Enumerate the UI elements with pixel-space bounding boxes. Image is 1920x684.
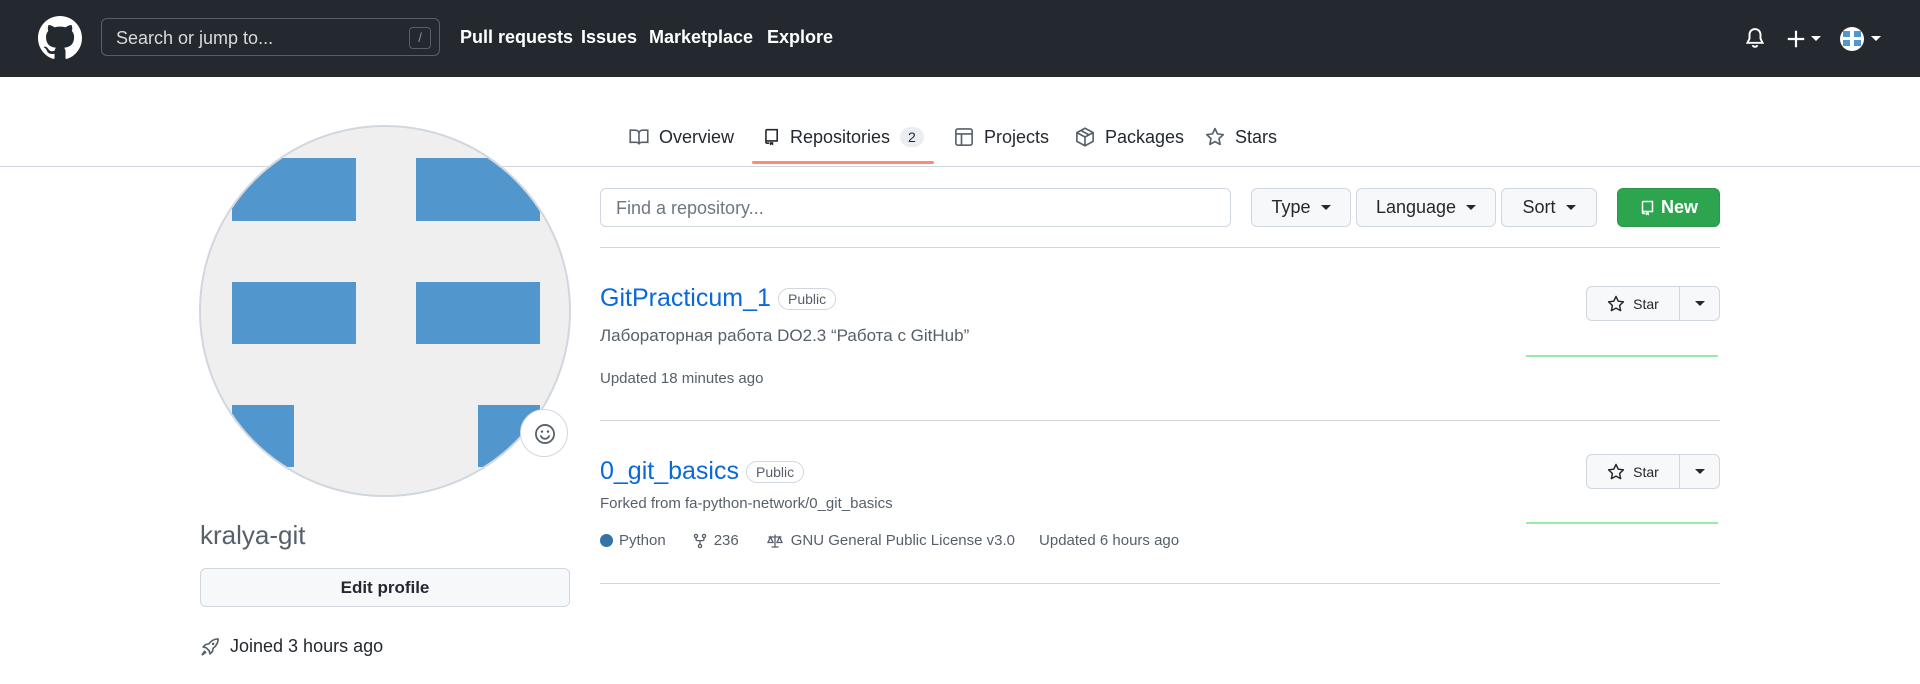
- user-menu-caret-icon[interactable]: [1871, 36, 1881, 41]
- nav-pull-requests[interactable]: Pull requests: [460, 27, 573, 48]
- caret-down-icon: [1565, 205, 1576, 210]
- visibility-badge: Public: [746, 461, 805, 483]
- search-shortcut-key: /: [409, 27, 431, 49]
- repositories-count-badge: 2: [900, 127, 924, 147]
- caret-down-icon: [1694, 469, 1705, 474]
- repo-name-link[interactable]: 0_git_basics: [600, 457, 739, 486]
- sort-filter-label: Sort: [1522, 197, 1556, 217]
- new-repository-button[interactable]: New: [1617, 188, 1720, 227]
- forked-from-text[interactable]: Forked from fa-python-network/0_git_basi…: [600, 495, 893, 512]
- repo-license: GNU General Public License v3.0: [790, 532, 1016, 549]
- repo-meta: Updated 18 minutes ago: [600, 370, 763, 387]
- book-icon: [629, 129, 649, 145]
- language-filter-button[interactable]: Language: [1356, 188, 1496, 227]
- list-divider: [600, 247, 1720, 248]
- repo-updated: Updated 18 minutes ago: [600, 370, 764, 387]
- smiley-icon: [535, 424, 555, 444]
- repo-name-link[interactable]: GitPracticum_1: [600, 284, 771, 313]
- package-icon: [1076, 127, 1094, 147]
- language-color-dot: [600, 534, 613, 547]
- star-icon: [1608, 295, 1625, 311]
- star-button[interactable]: Star: [1587, 287, 1680, 320]
- tab-packages[interactable]: Packages: [1075, 122, 1184, 152]
- tab-packages-label: Packages: [1105, 126, 1185, 147]
- rocket-icon: [201, 637, 219, 656]
- find-repository-placeholder: Find a repository...: [616, 198, 764, 218]
- repo-forks-count[interactable]: 236: [714, 532, 739, 549]
- type-filter-label: Type: [1271, 197, 1311, 217]
- star-label: Star: [1633, 295, 1659, 312]
- activity-sparkline: [1526, 355, 1718, 357]
- fork-icon: [693, 533, 706, 548]
- plus-icon[interactable]: [1785, 28, 1807, 50]
- nav-issues[interactable]: Issues: [581, 27, 637, 48]
- repo-icon: [1641, 200, 1654, 215]
- tab-stars-label: Stars: [1235, 126, 1278, 147]
- find-repository-input[interactable]: Find a repository...: [600, 188, 1231, 227]
- star-button-group: Star: [1586, 454, 1720, 489]
- new-button-label: New: [1660, 197, 1698, 217]
- profile-username: kralya-git: [200, 520, 306, 550]
- list-divider: [600, 583, 1720, 584]
- repo-description: Лабораторная работа DO2.3 “Работа с GitH…: [600, 326, 970, 345]
- star-icon: [1205, 127, 1225, 146]
- create-menu-caret-icon[interactable]: [1811, 36, 1821, 41]
- profile-avatar[interactable]: [199, 125, 571, 497]
- search-placeholder: Search or jump to...: [116, 28, 274, 48]
- visibility-badge: Public: [778, 288, 837, 310]
- star-list-dropdown[interactable]: [1680, 287, 1719, 320]
- language-filter-label: Language: [1375, 197, 1457, 217]
- caret-down-icon: [1466, 205, 1477, 210]
- joined-date: Joined 3 hours ago: [200, 636, 383, 657]
- tab-repositories-label: Repositories: [790, 126, 891, 147]
- type-filter-button[interactable]: Type: [1251, 188, 1351, 227]
- tab-overview-label: Overview: [659, 126, 735, 147]
- active-tab-indicator: [752, 161, 934, 164]
- table-icon: [955, 128, 973, 146]
- tab-overview[interactable]: Overview: [629, 122, 734, 152]
- global-search-input[interactable]: Search or jump to... /: [101, 18, 440, 56]
- repo-icon: [765, 128, 778, 146]
- sort-filter-button[interactable]: Sort: [1501, 188, 1597, 227]
- nav-explore[interactable]: Explore: [767, 27, 833, 48]
- star-list-dropdown[interactable]: [1680, 455, 1719, 488]
- activity-sparkline: [1526, 522, 1718, 524]
- star-icon: [1608, 463, 1625, 479]
- github-logo-icon[interactable]: [38, 16, 82, 60]
- repo-updated: Updated 6 hours ago: [1039, 532, 1180, 549]
- tab-projects[interactable]: Projects: [954, 122, 1049, 152]
- edit-profile-button[interactable]: Edit profile: [200, 568, 570, 607]
- caret-down-icon: [1694, 301, 1705, 306]
- caret-down-icon: [1320, 205, 1331, 210]
- top-header: Search or jump to... / Pull requests Iss…: [0, 0, 1920, 77]
- user-avatar[interactable]: [1840, 27, 1864, 51]
- star-button[interactable]: Star: [1587, 455, 1680, 488]
- star-button-group: Star: [1586, 286, 1720, 321]
- star-label: Star: [1633, 463, 1659, 480]
- list-divider: [600, 420, 1720, 421]
- tab-repositories[interactable]: Repositories 2: [762, 122, 924, 152]
- repo-meta: Python 236 GNU General Public License v3…: [600, 532, 1179, 549]
- law-scale-icon: [766, 534, 783, 548]
- nav-marketplace[interactable]: Marketplace: [649, 27, 753, 48]
- repo-language: Python: [619, 532, 666, 549]
- set-status-button[interactable]: [520, 409, 568, 457]
- bell-icon[interactable]: [1744, 26, 1766, 50]
- tab-stars[interactable]: Stars: [1205, 122, 1277, 152]
- tab-projects-label: Projects: [984, 126, 1050, 147]
- joined-text: Joined 3 hours ago: [230, 636, 384, 656]
